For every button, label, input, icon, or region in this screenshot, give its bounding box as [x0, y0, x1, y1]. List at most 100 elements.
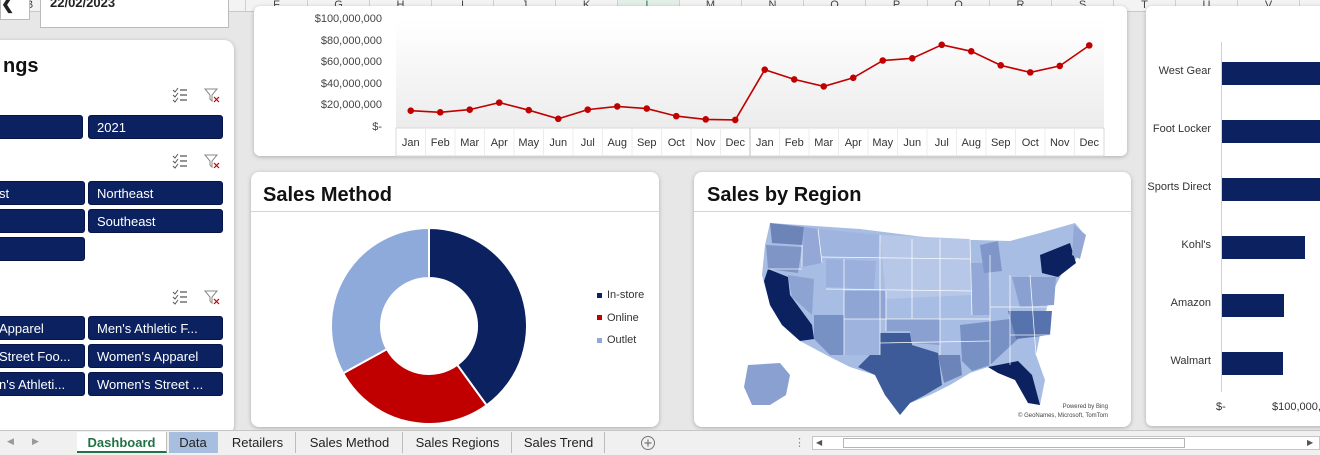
horizontal-scrollbar[interactable]: ◀ ▶	[812, 436, 1320, 450]
legend-swatch	[597, 337, 602, 343]
sales-trend-point	[554, 115, 562, 123]
month-label: Apr	[844, 137, 862, 149]
month-label: Jul	[934, 137, 949, 149]
legend-label: In-store	[607, 289, 645, 301]
scroll-left-icon[interactable]: ◀	[816, 438, 822, 447]
month-label: Aug	[961, 137, 982, 149]
month-label: Mar	[814, 137, 834, 149]
sales-trend-point	[1026, 69, 1034, 76]
sales-region-title: Sales by Region	[707, 184, 862, 206]
retailer-bar	[1222, 62, 1320, 85]
tab-scroll-right-icon[interactable]: ▶	[32, 436, 39, 447]
clear-filter-icon[interactable]	[203, 289, 220, 305]
legend-item-outlet: Outlet	[597, 334, 636, 346]
month-label: Feb	[430, 137, 450, 149]
month-label: Oct	[667, 137, 685, 149]
sales-trend-point	[407, 107, 415, 115]
map-copyright: © GeoNames, Microsoft, TomTom	[1018, 412, 1108, 419]
retailer-label: Amazon	[1170, 297, 1211, 309]
sales-trend-point	[790, 76, 798, 83]
tab-sales-trend[interactable]: Sales Trend	[513, 432, 605, 453]
month-label: Feb	[784, 137, 804, 149]
sales-trend-point	[1056, 62, 1064, 70]
month-label: Dec	[1079, 137, 1100, 149]
slicer-region-button[interactable]: st	[0, 181, 85, 205]
retailer-bar	[1222, 352, 1283, 375]
legend-item-in-store: In-store	[597, 289, 644, 301]
slicer-product-button-mens-athletic[interactable]: Men's Athletic F...	[88, 316, 223, 340]
slicer-region-button-southeast[interactable]: Southeast	[88, 209, 223, 233]
month-label: Nov	[695, 137, 716, 149]
month-label: Jul	[580, 137, 595, 149]
sales-trend-point	[1085, 42, 1093, 49]
sales-trend-point	[731, 116, 739, 124]
slicer-product-button-womens-street[interactable]: Women's Street ...	[88, 372, 223, 396]
tab-data[interactable]: Data	[169, 432, 218, 453]
sales-trend-point	[495, 99, 503, 106]
legend-swatch	[597, 315, 602, 321]
slicer-product-button-womens-apparel[interactable]: Women's Apparel	[88, 344, 223, 368]
multi-select-icon[interactable]	[172, 289, 188, 305]
retailer-label: Kohl's	[1181, 239, 1211, 251]
sales-trend-point	[967, 48, 975, 55]
sales-trend-point	[938, 41, 946, 49]
month-label: Aug	[607, 137, 628, 149]
retailer-x-tick: $100,000,	[1272, 401, 1320, 413]
slicer-product-button-apparel[interactable]: Apparel	[0, 316, 85, 340]
month-label: Nov	[1049, 137, 1070, 149]
plot-background	[396, 20, 1104, 128]
tab-retailers[interactable]: Retailers	[220, 432, 296, 453]
month-label: Apr	[490, 137, 508, 149]
sales-trend-point	[525, 106, 533, 114]
legend-label: Online	[607, 311, 639, 324]
sales-trend-point	[672, 112, 680, 120]
sales-trend-plot	[395, 20, 1105, 157]
tab-scroll-left-icon[interactable]: ◀	[7, 436, 14, 447]
state-alaska	[744, 363, 790, 405]
sales-method-title: Sales Method	[263, 184, 392, 206]
sales-trend-point	[849, 74, 857, 82]
state-midwest	[880, 235, 972, 299]
sales-trend-point	[702, 116, 710, 123]
scroll-thumb[interactable]	[843, 438, 1185, 448]
tab-dashboard[interactable]: Dashboard	[77, 432, 167, 453]
add-sheet-icon[interactable]	[640, 435, 656, 451]
legend-item-online: Online	[597, 312, 639, 324]
retailer-x-tick: $-	[1216, 401, 1226, 413]
map-powered-by: Powered by Bing	[1063, 404, 1108, 410]
state-new-england	[1072, 225, 1086, 259]
month-label: Jun	[903, 137, 922, 149]
slicer-product-button-street-footwear[interactable]: Street Foo...	[0, 344, 85, 368]
retailer-label: West Gear	[1158, 65, 1211, 77]
retailer-bar	[1222, 294, 1285, 317]
slicer-region-button-northeast[interactable]: Northeast	[88, 181, 223, 205]
sales-trend-point	[584, 106, 592, 113]
scroll-right-icon[interactable]: ▶	[1307, 438, 1313, 447]
retailer-label: Sports Direct	[1147, 181, 1211, 193]
state-wyoming	[826, 259, 876, 289]
month-label: Mar	[460, 137, 480, 149]
sales-trend-point	[997, 62, 1005, 69]
tab-splitter-icon[interactable]: ⋮	[794, 436, 805, 449]
sales-trend-point	[466, 106, 474, 113]
sales-trend-point	[613, 103, 621, 110]
month-label: Jan	[755, 137, 774, 149]
donut-slice-outlet	[330, 226, 430, 375]
us-map[interactable]: Powered by Bing © GeoNames, Microsoft, T…	[740, 215, 1110, 420]
sales-trend-point	[436, 109, 444, 116]
retailer-bar	[1222, 120, 1320, 143]
retailer-label: Walmart	[1170, 355, 1211, 367]
slicer-region-button-3[interactable]	[0, 237, 85, 261]
month-label: Jan	[401, 137, 420, 149]
slicer-product-button-womens-athletic[interactable]: n's Athleti...	[0, 372, 85, 396]
month-label: Dec	[725, 137, 746, 149]
sales-trend-point	[820, 83, 828, 90]
month-label: May	[518, 137, 540, 149]
month-label: Sep	[636, 137, 657, 149]
sales-region-title-rule	[694, 211, 1131, 212]
tab-sales-regions[interactable]: Sales Regions	[404, 432, 512, 453]
slicer-region-button-2[interactable]	[0, 209, 85, 233]
month-label: Jun	[549, 137, 568, 149]
tab-sales-method[interactable]: Sales Method	[297, 432, 403, 453]
sales-trend-point	[908, 55, 916, 62]
